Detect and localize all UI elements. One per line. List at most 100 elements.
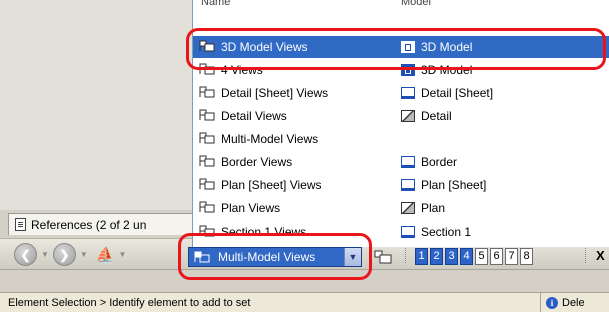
view-group-combo-value: Multi-Model Views [218,250,316,264]
row-name-label: 3D Model Views [221,40,308,54]
view-1-button[interactable]: 1 [415,248,428,265]
forward-arrow-icon: ❯ [59,247,70,262]
status-bar: Element Selection > Identify element to … [0,292,609,312]
references-tab[interactable]: References (2 of 2 un [8,213,198,235]
info-icon: i [546,296,558,309]
navigation-group: ❮ ▼ ❯ ▼ ⛵ ▼ [14,243,126,266]
row-name-cell: Multi-Model Views [199,132,318,147]
view-group-icon [199,201,215,216]
row-name-label: Section 1 Views [221,225,307,239]
row-name-cell: Plan Views [199,201,280,216]
row-model-cell: Plan [401,201,445,215]
row-model-cell: Section 1 [401,225,471,239]
row-model-label: Detail [421,109,452,123]
row-model-cell: Border [401,155,457,169]
row-model-cell: 3D Model [401,63,472,77]
dropdown-row[interactable]: Detail [Sheet] Views Detail [Sheet] [193,82,609,104]
view-8-button[interactable]: 8 [520,248,533,265]
row-model-label: 3D Model [421,63,473,77]
row-name-cell: Plan [Sheet] Views [199,178,322,193]
row-name-cell: Section 1 Views [199,225,306,240]
dropdown-header: Name Model [193,0,609,10]
sheet-icon [401,179,415,191]
row-model-cell: Plan [Sheet] [401,178,486,192]
status-message: Element Selection > Identify element to … [8,296,251,309]
row-model-cell: 3D Model [401,40,472,54]
back-button[interactable]: ❮ [14,243,37,266]
sheet-icon [401,226,415,238]
view-group-icon [199,63,215,78]
dropdown-row[interactable]: Section 1 Views Section 1 [193,221,609,243]
view-4-button[interactable]: 4 [460,248,473,265]
dropdown-row[interactable]: Detail Views Detail [193,105,609,127]
row-model-label: Detail [Sheet] [421,86,494,100]
row-name-label: 4 Views [221,63,263,77]
row-model-cell: Detail [401,109,452,123]
view-group-icon [199,225,215,240]
view-7-button[interactable]: 7 [505,248,518,265]
row-name-label: Border Views [221,155,293,169]
model-browser-dropdown-icon[interactable]: ▼ [119,250,127,259]
status-right-text: Dele [562,296,585,309]
view-number-buttons: 12345678 [415,248,533,265]
toolbar-separator [585,245,588,263]
dropdown-row[interactable]: Multi-Model Views [193,128,609,150]
view-group-icon [199,132,215,147]
row-name-label: Plan [Sheet] Views [221,178,322,192]
3d-model-icon [401,64,415,76]
detail-icon [401,110,415,122]
row-name-label: Multi-Model Views [221,132,319,146]
view-group-icon [194,251,210,263]
model-browser-icon[interactable]: ⛵ [96,246,115,264]
row-model-label: Section 1 [421,225,472,239]
view-group-icon [199,86,215,101]
status-right-panel[interactable]: i Dele [540,293,609,312]
row-name-label: Plan Views [221,201,281,215]
column-header-name: Name [201,0,231,8]
chevron-down-icon[interactable]: ▼ [344,248,361,266]
toolbar-separator [180,245,183,263]
view-group-icon [199,155,215,170]
view-groups-button[interactable] [372,247,394,267]
row-name-cell: Detail [Sheet] Views [199,86,328,101]
back-dropdown-icon[interactable]: ▼ [41,250,49,259]
row-name-cell: Detail Views [199,109,287,124]
sheet-icon [401,156,415,168]
forward-button[interactable]: ❯ [52,243,76,266]
row-model-label: Plan [421,201,446,215]
view-6-button[interactable]: 6 [490,248,503,265]
toolbar-separator [405,245,408,263]
back-arrow-icon: ❮ [20,247,31,262]
row-name-cell: Border Views [199,155,292,170]
view-group-dropdown-list: Name Model 3D Model Views 3D Model 4 Views… [192,0,609,247]
row-model-label: 3D Model [421,40,473,54]
forward-dropdown-icon[interactable]: ▼ [80,250,88,259]
dropdown-row[interactable]: 3D Model Views 3D Model [193,36,609,58]
view-3-button[interactable]: 3 [445,248,458,265]
row-model-label: Border [421,155,458,169]
view-5-button[interactable]: 5 [475,248,488,265]
dropdown-row[interactable]: Plan [Sheet] Views Plan [Sheet] [193,174,609,196]
view-groups-icon [374,250,392,264]
detail-icon [401,202,415,214]
3d-model-icon [401,41,415,53]
view-group-icon [199,40,215,55]
view-group-icon [199,109,215,124]
document-icon [15,218,26,231]
row-name-label: Detail Views [221,109,287,123]
close-icon[interactable]: X [596,248,605,263]
view-2-button[interactable]: 2 [430,248,443,265]
dropdown-row[interactable]: Plan Views Plan [193,197,609,219]
dropdown-row[interactable]: 4 Views 3D Model [193,59,609,81]
row-model-label: Plan [Sheet] [421,178,487,192]
column-header-model: Model [401,0,431,8]
references-tab-label: References (2 of 2 un [31,217,147,232]
row-name-label: Detail [Sheet] Views [221,86,329,100]
dropdown-row[interactable]: Border Views Border [193,151,609,173]
sheet-icon [401,87,415,99]
row-model-cell: Detail [Sheet] [401,86,493,100]
row-name-cell: 3D Model Views [199,40,307,55]
view-group-combo[interactable]: Multi-Model Views ▼ [188,247,362,267]
row-name-cell: 4 Views [199,63,263,78]
view-group-icon [199,178,215,193]
